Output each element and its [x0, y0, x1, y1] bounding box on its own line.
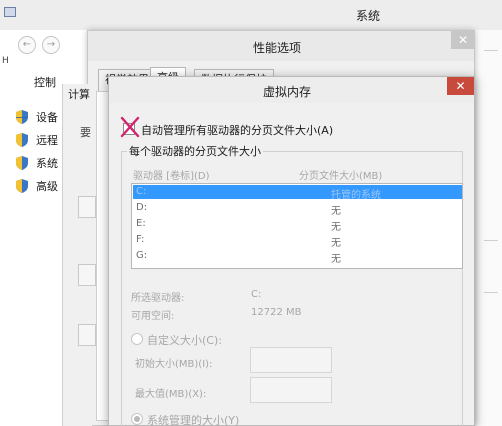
drive-row[interactable]: G: 无 [133, 249, 462, 265]
system-titlebar: 系统 [0, 0, 502, 30]
auto-manage-label: 自动管理所有驱动器的分页文件大小(A) [141, 124, 334, 137]
drive-row[interactable]: F: 无 [133, 233, 462, 249]
close-icon[interactable]: ✕ [447, 77, 474, 95]
selected-drive-label: 所选驱动器: [131, 293, 185, 304]
size-column-header: 分页文件大小(MB) [299, 171, 383, 182]
settings-button[interactable] [78, 324, 96, 346]
system-window-title: 系统 [356, 9, 381, 23]
sidebar-link-label: 高级 [36, 180, 58, 193]
back-arrow-icon[interactable]: ← [18, 36, 36, 54]
sidebar-link-label: 远程 [36, 134, 58, 147]
performance-titlebar: 性能选项 ✕ [88, 31, 475, 61]
forward-arrow-icon[interactable]: → [42, 36, 60, 54]
shield-icon [16, 110, 28, 124]
sidebar-link-label: 设备 [36, 111, 58, 124]
shield-icon [16, 179, 28, 193]
paging-file-group-label: 每个驱动器的分页文件大小 [127, 143, 263, 159]
annotation-cross-icon [120, 116, 140, 138]
virtual-memory-title: 虚拟内存 [263, 85, 312, 99]
system-managed-radio[interactable] [131, 413, 143, 425]
close-icon[interactable]: ✕ [451, 31, 475, 49]
settings-button[interactable] [78, 264, 96, 286]
control-panel-link[interactable]: 控制 [34, 74, 56, 90]
drive-row[interactable]: E: 无 [133, 217, 462, 233]
free-space-label: 可用空间: [131, 311, 175, 322]
max-size-input[interactable] [250, 377, 332, 403]
drive-size: 无 [331, 222, 341, 233]
tab-computer-name[interactable]: 计算 [68, 86, 90, 102]
system-left-heading: H [2, 56, 9, 66]
max-size-label: 最大值(MB)(X): [135, 389, 207, 400]
drive-size: 无 [331, 254, 341, 265]
drive-row[interactable]: C: 托管的系统 [133, 185, 462, 201]
drive-letter: G: [136, 250, 148, 261]
system-right-scroll-area[interactable] [474, 30, 502, 426]
scroll-marker [484, 240, 498, 241]
selected-drive-value: C: [251, 289, 262, 300]
drive-letter: C: [136, 186, 147, 197]
scroll-marker [484, 292, 498, 293]
scroll-marker [484, 50, 498, 51]
virtual-memory-dialog: 虚拟内存 ✕ 自动管理所有驱动器的分页文件大小(A) 每个驱动器的分页文件大小 … [108, 76, 475, 426]
initial-size-label: 初始大小(MB)(I): [135, 359, 213, 370]
performance-dialog-title: 性能选项 [253, 41, 302, 55]
drive-letter: D: [136, 202, 148, 213]
drive-column-header: 驱动器 [卷标](D) [133, 171, 210, 182]
drive-size: 托管的系统 [331, 190, 381, 201]
shield-icon [16, 133, 28, 147]
drive-size: 无 [331, 206, 341, 217]
system-app-icon [4, 7, 16, 17]
virtual-memory-titlebar: 虚拟内存 ✕ [109, 77, 474, 103]
settings-button[interactable] [78, 196, 96, 218]
shield-icon [16, 156, 28, 170]
drive-row[interactable]: D: 无 [133, 201, 462, 217]
system-nav: ← → [18, 36, 88, 58]
drive-letter: F: [136, 234, 145, 245]
initial-size-input[interactable] [250, 347, 332, 373]
sidebar-link-label: 系统 [36, 157, 58, 170]
custom-size-label: 自定义大小(C): [147, 334, 222, 347]
system-managed-label: 系统管理的大小(Y) [147, 414, 240, 426]
drive-list[interactable]: C: 托管的系统 D: 无 E: 无 F: 无 G: 无 [131, 183, 463, 269]
drive-size: 无 [331, 238, 341, 249]
system-properties-text: 要 [80, 126, 91, 139]
custom-size-radio[interactable] [131, 333, 143, 345]
drive-letter: E: [136, 218, 146, 229]
free-space-value: 12722 MB [251, 307, 302, 318]
